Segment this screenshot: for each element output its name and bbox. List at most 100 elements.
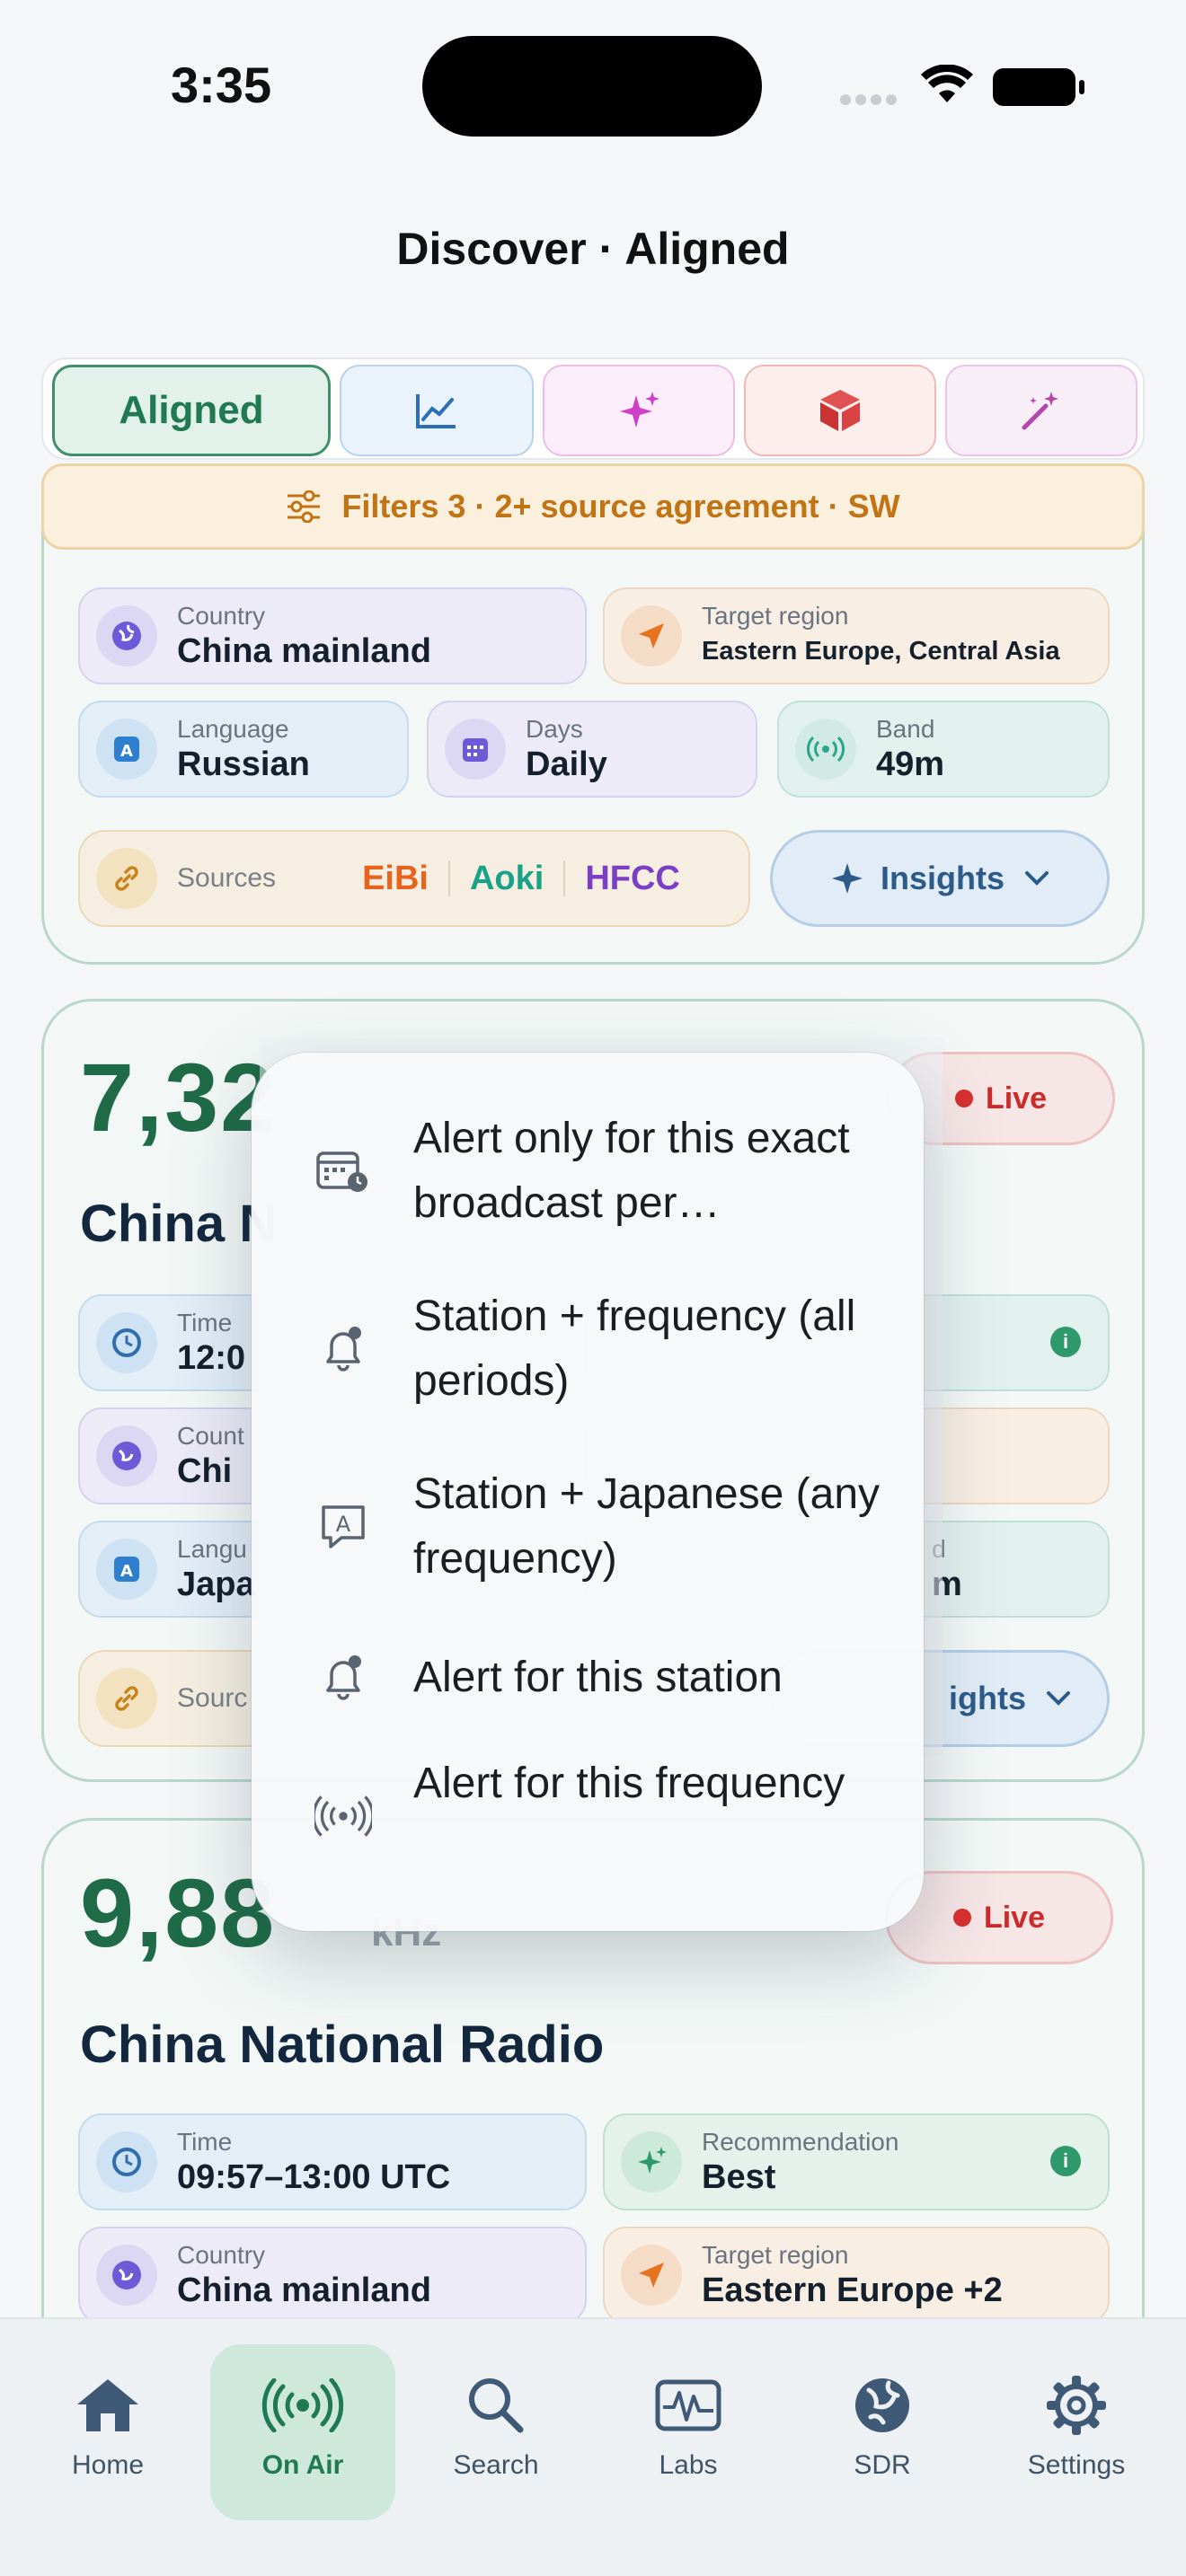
tab-home[interactable]: Home bbox=[18, 2344, 198, 2520]
translate-icon: A bbox=[96, 719, 157, 780]
location-arrow-icon bbox=[621, 605, 682, 666]
band-value: 49m bbox=[876, 745, 945, 783]
menu-item-label: Alert for this station bbox=[413, 1654, 783, 1701]
country-chip: Country China mainland bbox=[78, 587, 587, 684]
target-region-chip: Target region Eastern Europe +2 bbox=[603, 2227, 1110, 2324]
country-label: Country bbox=[177, 602, 266, 630]
sliders-icon bbox=[288, 490, 321, 523]
bell-badge-icon bbox=[314, 1649, 372, 1707]
tab-label: On Air bbox=[261, 2450, 344, 2480]
calendar-icon bbox=[445, 719, 506, 780]
tab-aligned[interactable]: Aligned bbox=[52, 365, 331, 456]
tab-packages[interactable] bbox=[744, 365, 936, 456]
menu-item-station-language[interactable]: A Station + Japanese (any frequency) bbox=[252, 1455, 924, 1599]
target-region-value: Eastern Europe +2 bbox=[702, 2272, 1003, 2309]
chevron-down-icon bbox=[1047, 1691, 1070, 1706]
source-eibi: EiBi bbox=[362, 859, 429, 897]
language-label: Language bbox=[177, 715, 289, 743]
country-value: China mainland bbox=[177, 2272, 431, 2309]
language-chip: A Language Russian bbox=[78, 701, 409, 798]
svg-text:A: A bbox=[336, 1512, 351, 1537]
tab-label: Labs bbox=[659, 2450, 718, 2480]
time-value: 12:0 bbox=[177, 1339, 246, 1377]
globe-icon bbox=[96, 2245, 157, 2306]
svg-text:A: A bbox=[120, 742, 133, 761]
house-icon bbox=[74, 2371, 142, 2439]
wifi-icon bbox=[921, 65, 973, 102]
tab-search[interactable]: Search bbox=[406, 2344, 586, 2520]
link-icon bbox=[96, 1668, 157, 1729]
filters-label: Filters 3 · 2+ source agreement · SW bbox=[341, 488, 900, 525]
globe-icon bbox=[96, 605, 157, 666]
trend-chart-icon bbox=[416, 394, 456, 428]
frequency-value: 9,88 bbox=[80, 1858, 277, 1967]
menu-item-label: Alert for this frequency bbox=[413, 1760, 845, 1807]
menu-item-frequency[interactable]: Alert for this frequency bbox=[252, 1744, 924, 1888]
sources-row[interactable]: Sources EiBi Aoki HFCC bbox=[78, 830, 750, 927]
target-region-chip: Target region Eastern Europe, Central Asi… bbox=[603, 587, 1110, 684]
source-hfcc: HFCC bbox=[585, 859, 680, 897]
filters-bar[interactable]: Filters 3 · 2+ source agreement · SW bbox=[41, 463, 1145, 550]
info-icon[interactable]: i bbox=[1050, 1327, 1081, 1357]
tab-labs[interactable]: Labs bbox=[598, 2344, 778, 2520]
language-value: Japa bbox=[177, 1566, 255, 1603]
tab-bar: Home On Air Search Labs SDR Settings bbox=[0, 2317, 1186, 2576]
recommendation-chip: Recommendation Best bbox=[603, 2113, 1110, 2210]
live-label: Live bbox=[983, 1900, 1046, 1935]
info-icon[interactable]: i bbox=[1050, 2146, 1081, 2176]
magic-wand-icon bbox=[1022, 392, 1058, 430]
country-value: Chi bbox=[177, 1452, 233, 1490]
insights-label: ights bbox=[949, 1680, 1026, 1716]
svg-text:A: A bbox=[120, 1562, 133, 1581]
broadcast-card[interactable]: Country China mainland Target region Easte… bbox=[41, 521, 1145, 965]
cube-icon bbox=[820, 390, 860, 431]
globe-icon bbox=[853, 2371, 912, 2439]
tab-magic[interactable] bbox=[945, 365, 1137, 456]
frequency-value: 7,32 bbox=[80, 1043, 277, 1151]
tab-settings[interactable]: Settings bbox=[987, 2344, 1166, 2520]
page-title: Discover · Aligned bbox=[396, 224, 790, 274]
menu-item-exact-broadcast[interactable]: Alert only for this exact broadcast per… bbox=[252, 1099, 924, 1243]
station-name: China N bbox=[80, 1195, 278, 1253]
location-arrow-icon bbox=[621, 2245, 682, 2306]
insights-button[interactable]: Insights bbox=[770, 830, 1110, 927]
battery-icon bbox=[993, 68, 1084, 106]
tab-trends[interactable] bbox=[340, 365, 534, 456]
tab-label: Search bbox=[453, 2450, 539, 2480]
sparkles-icon bbox=[620, 392, 659, 428]
time-chip: Time 09:57–13:00 UTC bbox=[78, 2113, 587, 2210]
menu-item-label: Station + Japanese (any frequency) bbox=[413, 1470, 881, 1583]
translate-icon: A bbox=[96, 1539, 157, 1600]
country-label: Country bbox=[177, 2241, 266, 2269]
waveform-icon bbox=[654, 2371, 722, 2439]
live-label: Live bbox=[985, 1081, 1048, 1116]
tab-sdr[interactable]: SDR bbox=[792, 2344, 972, 2520]
sparkle-icon bbox=[831, 863, 863, 894]
menu-item-label: Station + frequency (all periods) bbox=[413, 1292, 856, 1405]
cellular-icon bbox=[840, 93, 903, 105]
live-dot bbox=[954, 1090, 973, 1107]
tab-on-air[interactable]: On Air bbox=[210, 2344, 395, 2520]
menu-item-station-frequency[interactable]: Station + frequency (all periods) bbox=[252, 1277, 924, 1421]
country-label: Count bbox=[177, 1422, 244, 1450]
tab-suggestions[interactable] bbox=[543, 365, 735, 456]
globe-icon bbox=[96, 1425, 157, 1486]
tab-label: Settings bbox=[1027, 2450, 1126, 2480]
country-value: China mainland bbox=[177, 632, 431, 670]
menu-item-station[interactable]: Alert for this station bbox=[252, 1633, 924, 1723]
antenna-waves-icon bbox=[795, 719, 856, 780]
menu-item-label: Alert only for this exact broadcast per… bbox=[413, 1115, 850, 1227]
link-icon bbox=[96, 848, 157, 909]
clock-icon bbox=[96, 1312, 157, 1373]
target-region-label: Target region bbox=[702, 2241, 849, 2269]
days-value: Daily bbox=[526, 745, 607, 783]
alert-context-menu: Alert only for this exact broadcast per…… bbox=[252, 1053, 924, 1931]
divider bbox=[563, 860, 566, 896]
search-icon bbox=[466, 2371, 526, 2439]
time-label: Time bbox=[177, 1309, 233, 1337]
recommendation-label: Recommendation bbox=[702, 2128, 899, 2156]
tab-label: SDR bbox=[854, 2450, 911, 2480]
translate-bubble-icon: A bbox=[314, 1498, 372, 1556]
band-label: Band bbox=[876, 715, 935, 743]
sources-label: Sources bbox=[177, 863, 277, 893]
